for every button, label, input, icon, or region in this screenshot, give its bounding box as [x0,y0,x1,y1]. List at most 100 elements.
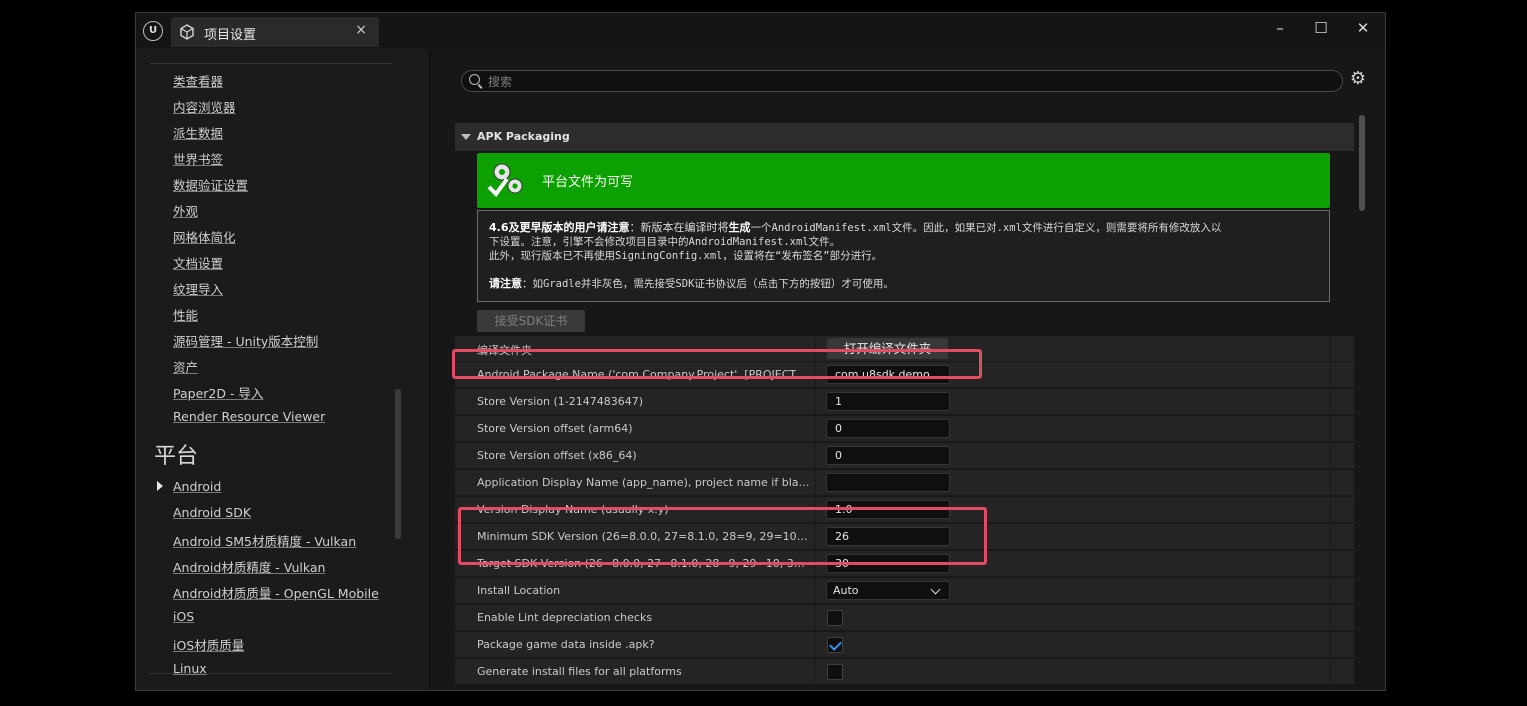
maximize-button[interactable]: ☐ [1306,16,1336,40]
platform-writable-banner: 平台文件为可写 [477,153,1330,208]
gear-icon[interactable]: ⚙ [1349,70,1367,88]
project-settings-window: U 项目设置 × – ☐ ✕ 类查看器内容浏览器派生数据世界书签数据验证设置 外观… [135,12,1386,691]
row-lint-checks: Enable Lint depreciation checks [455,605,1354,631]
category-title: APK Packaging [477,130,570,143]
sidebar-item-platform[interactable]: iOS [173,609,194,624]
close-window-button[interactable]: ✕ [1348,16,1378,40]
row-label: Store Version (1-2147483647) [477,395,644,408]
checkmark-icon [829,638,842,651]
sidebar-item[interactable]: Render Resource Viewer [173,409,325,424]
gears-check-icon [487,163,523,198]
column-divider[interactable] [815,416,816,442]
notice-line-4: 请注意：如Gradle并非灰色，需先接受SDK证书协议后（点击下方的按钮）才可使… [489,277,894,290]
sidebar-item-platform[interactable]: Android SDK [173,505,251,520]
minimize-button[interactable]: – [1265,16,1295,40]
column-divider [1330,524,1331,550]
highlight-package-name [452,349,982,379]
select-value: Auto [833,584,859,597]
column-divider[interactable] [815,605,816,631]
row-package-inside-apk: Package game data inside .apk? [455,632,1354,658]
sidebar-item-platform[interactable]: Android [173,479,221,494]
lint-checks-checkbox[interactable] [827,610,843,626]
sidebar-item[interactable]: 资产 [173,357,198,376]
row-install-files: Generate install files for all platforms [455,659,1354,685]
sidebar-item-platform[interactable]: Android SM5材质精度 - Vulkan [173,531,356,550]
row-label: Package game data inside .apk? [477,638,655,651]
column-divider[interactable] [815,578,816,604]
notice-line-1: 4.6及更早版本的用户请注意：新版本在编译时将生成一个AndroidManife… [489,221,1222,234]
accept-sdk-license-button[interactable]: 接受SDK证书 [477,310,585,332]
sidebar-item[interactable]: 文档设置 [173,253,223,272]
sidebar-item[interactable]: 世界书签 [173,149,223,168]
settings-sidebar: 类查看器内容浏览器派生数据世界书签数据验证设置 外观网格体简化文档设置纹理导入性能… [136,49,429,690]
column-divider[interactable] [815,632,816,658]
settings-cube-icon [180,24,194,40]
content-scrollbar[interactable] [1359,115,1365,211]
column-divider [1330,416,1331,442]
title-bar: U 项目设置 × – ☐ ✕ [136,13,1385,49]
search-input[interactable]: 搜索 [461,70,1343,92]
install-location-select[interactable]: Auto [826,581,950,600]
column-divider [1330,470,1331,496]
sidebar-item[interactable]: 类查看器 [173,71,223,90]
sidebar-item[interactable]: 派生数据 [173,123,223,142]
sidebar-item[interactable]: 数据验证设置 [173,175,248,194]
sidebar-item[interactable]: 网格体简化 [173,227,236,246]
app-display-name-input[interactable] [826,473,950,492]
row-label: Store Version offset (x86_64) [477,449,637,462]
row-app-display-name: Application Display Name (app_name), pro… [455,470,1354,496]
notice-box: 4.6及更早版本的用户请注意：新版本在编译时将生成一个AndroidManife… [477,210,1330,302]
row-label: Enable Lint depreciation checks [477,611,653,624]
column-divider [1330,578,1331,604]
row-store-offset-arm64: Store Version offset (arm64) 0 [455,416,1354,442]
row-label: Store Version offset (arm64) [477,422,633,435]
row-store-offset-x86: Store Version offset (x86_64) 0 [455,443,1354,469]
settings-list: APK Packaging 平台文件为可写 4.6及更早版本的用户请注意：新版本… [455,113,1354,690]
notice-line-2: 下设置。注意，引擎不会修改项目目录中的AndroidManifest.xml文件… [489,236,841,248]
sidebar-item[interactable]: 源码管理 - Unity版本控制 [173,331,318,350]
install-files-checkbox[interactable] [827,664,843,680]
column-divider [1330,605,1331,631]
sidebar-item[interactable]: 纹理导入 [173,279,223,298]
column-divider [1330,362,1331,388]
banner-text: 平台文件为可写 [542,175,634,190]
category-header-apk-packaging[interactable]: APK Packaging [455,123,1354,151]
column-divider [1330,336,1331,362]
store-version-input[interactable]: 1 [826,392,950,411]
column-divider [1330,443,1331,469]
tab-title: 项目设置 [204,28,257,43]
notice-line-3: 此外，现行版本已不再使用SigningConfig.xml，设置将在“发布签名”… [489,250,883,262]
store-offset-x86-input[interactable]: 0 [826,446,950,465]
sidebar-item-platform[interactable]: Android材质质量 - OpenGL Mobile [173,583,379,602]
row-install-location: Install Location Auto [455,578,1354,604]
column-divider [1330,632,1331,658]
sidebar-divider [150,673,392,674]
column-divider[interactable] [815,443,816,469]
row-label: Application Display Name (app_name), pro… [477,476,810,489]
sidebar-section-title: 平台 [154,444,199,469]
column-divider [1330,497,1331,523]
column-divider [1330,551,1331,577]
column-divider [1330,389,1331,415]
package-inside-apk-checkbox[interactable] [827,637,843,653]
row-store-version: Store Version (1-2147483647) 1 [455,389,1354,415]
row-label: Install Location [477,584,561,597]
tab-project-settings[interactable]: 项目设置 × [171,17,379,47]
sidebar-item-platform[interactable]: iOS材质质量 [173,635,244,654]
column-divider[interactable] [815,470,816,496]
chevron-down-icon [930,584,941,595]
sidebar-item[interactable]: 性能 [173,305,198,324]
column-divider[interactable] [815,659,816,685]
search-icon [469,74,480,85]
sidebar-item[interactable]: 内容浏览器 [173,97,236,116]
column-divider[interactable] [815,389,816,415]
store-offset-arm64-input[interactable]: 0 [826,419,950,438]
selected-arrow-icon [157,481,163,491]
sidebar-item[interactable]: 外观 [173,201,198,220]
collapse-arrow-icon[interactable] [461,134,471,140]
sidebar-item-platform[interactable]: Android材质精度 - Vulkan [173,557,325,576]
sidebar-scrollbar[interactable] [395,389,401,539]
unreal-logo-icon[interactable]: U [143,21,163,41]
sidebar-item[interactable]: Paper2D - 导入 [173,383,263,402]
tab-close-icon[interactable]: × [355,22,367,38]
